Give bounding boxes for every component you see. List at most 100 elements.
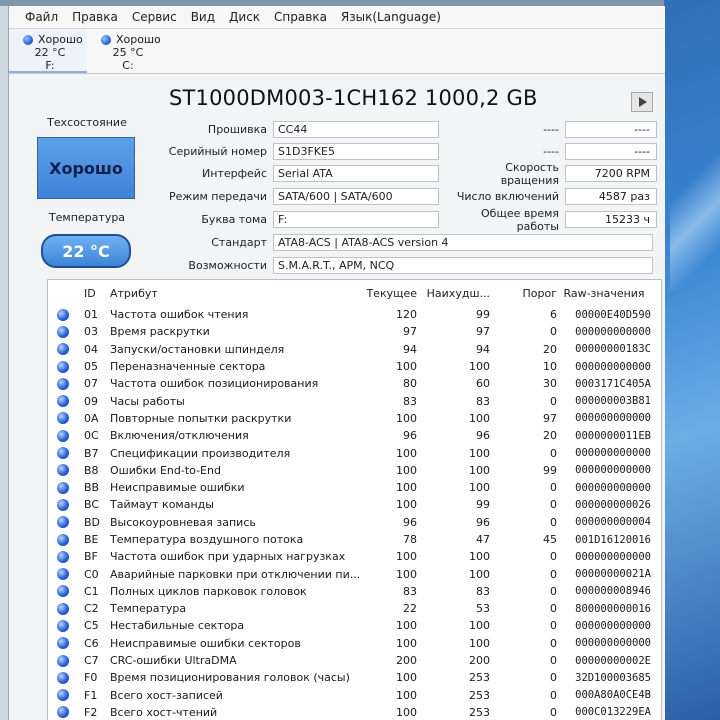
cell-raw: 000000000000 bbox=[575, 447, 651, 460]
disk-tab-c[interactable]: Хорошо 25 °C C: bbox=[87, 29, 165, 73]
table-row[interactable]: 04 Запуски/остановки шпинделя 94 94 20 000000… bbox=[48, 341, 661, 358]
cell-id: B7 bbox=[84, 446, 99, 460]
serial-value: S1D3FKE5 bbox=[273, 143, 439, 160]
cell-worst: 83 bbox=[476, 394, 490, 408]
cell-threshold: 0 bbox=[550, 394, 557, 408]
header-raw[interactable]: Raw-значения bbox=[557, 287, 657, 300]
cell-current: 78 bbox=[403, 533, 417, 546]
disk-tab-f[interactable]: Хорошо 22 °C F: bbox=[9, 29, 87, 73]
next-disk-button[interactable] bbox=[631, 92, 653, 112]
table-row[interactable]: B8 Ошибки End-to-End 100 100 99 000000000000 bbox=[48, 462, 661, 479]
status-cell bbox=[48, 464, 78, 477]
table-row[interactable]: BD Высокоуровневая запись 96 96 0 00000000000… bbox=[48, 514, 661, 531]
health-status-button[interactable]: Хорошо bbox=[37, 137, 135, 199]
table-row[interactable]: 03 Время раскрутки 97 97 0 000000000000 bbox=[48, 323, 661, 340]
volume-value: F: bbox=[273, 211, 439, 228]
header-worst[interactable]: Наихудш... bbox=[417, 287, 490, 300]
cell-threshold: 45 bbox=[543, 533, 557, 546]
table-row[interactable]: 0C Включения/отключения 96 96 20 0000000011EB bbox=[48, 427, 661, 444]
cell-attribute: Температура bbox=[110, 602, 187, 616]
cell-attribute: Частота ошибок позиционирования bbox=[110, 377, 319, 391]
cell-current: 100 bbox=[396, 567, 417, 581]
menu-help[interactable]: Справка bbox=[274, 10, 327, 24]
cell-raw: 000000000026 bbox=[575, 498, 651, 511]
disk-letter: F: bbox=[45, 59, 55, 72]
table-row[interactable]: BC Таймаут команды 100 99 0 000000000026 bbox=[48, 496, 661, 513]
table-row[interactable]: C0 Аварийные парковки при отключении пи..… bbox=[48, 565, 661, 582]
rpm-value: 7200 RPM bbox=[565, 165, 657, 182]
cell-attribute: Полных циклов парковок головок bbox=[110, 584, 307, 598]
desktop-background bbox=[664, 0, 720, 720]
cell-current: 200 bbox=[396, 654, 417, 668]
cell-id: F2 bbox=[84, 705, 98, 719]
table-row[interactable]: 07 Частота ошибок позиционирования 80 60 30 0… bbox=[48, 375, 661, 392]
table-row[interactable]: 05 Переназначенные сектора 100 100 10 0000000… bbox=[48, 358, 661, 375]
cell-threshold: 0 bbox=[550, 671, 557, 685]
cell-worst: 100 bbox=[469, 481, 490, 495]
table-row[interactable]: BB Неисправимые ошибки 100 100 0 000000000000 bbox=[48, 479, 661, 496]
power-count-label: Число включений bbox=[456, 190, 559, 203]
table-row[interactable]: F0 Время позиционирования головок (часы) 1… bbox=[48, 669, 661, 686]
cell-attribute: CRC-ошибки UltraDMA bbox=[110, 654, 237, 668]
cell-raw: 000A80A0CE4B bbox=[575, 689, 651, 702]
header-id[interactable]: ID bbox=[78, 287, 108, 300]
temperature-badge: 22 °C bbox=[41, 234, 131, 268]
table-row[interactable]: BF Частота ошибок при ударных нагрузках 10… bbox=[48, 548, 661, 565]
status-dot-icon bbox=[57, 689, 69, 702]
disk-letter: C: bbox=[122, 59, 134, 72]
menu-language[interactable]: Язык(Language) bbox=[341, 10, 441, 24]
cell-attribute: Включения/отключения bbox=[110, 429, 249, 443]
table-row[interactable]: 01 Частота ошибок чтения 120 99 6 00000E40D59… bbox=[48, 306, 661, 323]
cell-threshold: 0 bbox=[550, 602, 557, 616]
cell-threshold: 0 bbox=[550, 481, 557, 495]
status-cell bbox=[48, 447, 78, 460]
smart-attributes-table[interactable]: ID Атрибут Текущее Наихудш... Порог Raw-… bbox=[47, 279, 662, 720]
cell-id: C6 bbox=[84, 636, 99, 650]
table-row[interactable]: 0A Повторные попытки раскрутки 100 100 97 000… bbox=[48, 410, 661, 427]
table-row[interactable]: C7 CRC-ошибки UltraDMA 200 200 0 00000000002E bbox=[48, 652, 661, 669]
cell-id: F1 bbox=[84, 688, 98, 702]
menu-service[interactable]: Сервис bbox=[132, 10, 177, 24]
cell-raw: 0003171C405A bbox=[575, 377, 651, 390]
table-row[interactable]: BE Температура воздушного потока 78 47 45 001… bbox=[48, 531, 661, 548]
status-cell bbox=[48, 689, 78, 702]
cell-worst: 100 bbox=[469, 446, 490, 460]
cell-current: 100 bbox=[396, 636, 417, 650]
cell-raw: 000000000000 bbox=[575, 412, 651, 425]
table-row[interactable]: F2 Всего хост-чтений 100 253 0 000C013229EA bbox=[48, 704, 661, 720]
cell-id: BB bbox=[84, 481, 100, 495]
cell-threshold: 30 bbox=[543, 377, 557, 391]
status-cell bbox=[48, 343, 78, 356]
cell-attribute: Запуски/остановки шпинделя bbox=[110, 342, 285, 356]
table-row[interactable]: C1 Полных циклов парковок головок 83 83 0 000… bbox=[48, 583, 661, 600]
cell-attribute: Ошибки End-to-End bbox=[110, 463, 221, 477]
header-attribute[interactable]: Атрибут bbox=[108, 287, 363, 300]
table-row[interactable]: C6 Неисправимые ошибки секторов 100 100 0 000… bbox=[48, 635, 661, 652]
table-row[interactable]: 09 Часы работы 83 83 0 000000003B81 bbox=[48, 392, 661, 409]
table-row[interactable]: C5 Нестабильные сектора 100 100 0 00000000000… bbox=[48, 617, 661, 634]
cell-attribute: Всего хост-чтений bbox=[110, 705, 218, 719]
transfer-mode-label: Режим передачи bbox=[169, 190, 267, 203]
cell-id: 09 bbox=[84, 394, 98, 408]
cell-raw: 00000000183C bbox=[575, 343, 651, 356]
cell-id: B8 bbox=[84, 463, 99, 477]
header-current[interactable]: Текущее bbox=[363, 287, 417, 300]
header-threshold[interactable]: Порог bbox=[490, 287, 558, 300]
interface-row: Интерфейс Serial ATA bbox=[147, 164, 439, 183]
cell-threshold: 0 bbox=[550, 636, 557, 650]
menu-view[interactable]: Вид bbox=[191, 10, 215, 24]
table-row[interactable]: B7 Спецификации производителя 100 100 0 00000… bbox=[48, 444, 661, 461]
status-cell bbox=[48, 360, 78, 373]
menu-edit[interactable]: Правка bbox=[72, 10, 118, 24]
menu-file[interactable]: Файл bbox=[25, 10, 58, 24]
table-row[interactable]: F1 Всего хост-записей 100 253 0 000A80A0CE4B bbox=[48, 687, 661, 704]
table-row[interactable]: C2 Температура 22 53 0 800000000016 bbox=[48, 600, 661, 617]
menu-disk[interactable]: Диск bbox=[229, 10, 260, 24]
status-dot-icon bbox=[57, 516, 69, 529]
cell-attribute: Высокоуровневая запись bbox=[110, 515, 256, 529]
cell-raw: 00000E40D590 bbox=[575, 308, 651, 321]
cell-raw: 800000000016 bbox=[575, 602, 651, 615]
status-cell bbox=[48, 395, 78, 408]
cell-attribute: Переназначенные сектора bbox=[110, 360, 266, 374]
model-title-row: ST1000DM003-1CH162 1000,2 GB bbox=[9, 74, 665, 122]
